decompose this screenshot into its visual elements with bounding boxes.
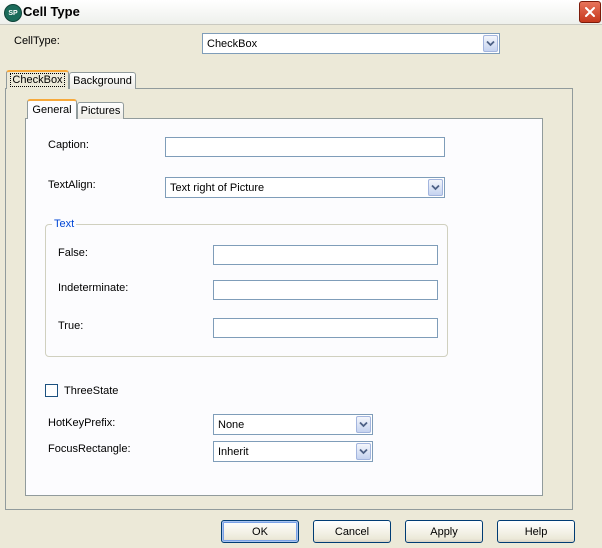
cancel-button[interactable]: Cancel: [313, 520, 391, 543]
help-button[interactable]: Help: [497, 520, 575, 543]
app-icon: SP: [4, 4, 22, 22]
caption-input[interactable]: [165, 137, 445, 157]
text-groupbox-legend: Text: [52, 218, 77, 230]
ok-button[interactable]: OK: [221, 520, 299, 543]
caption-label: Caption:: [48, 139, 89, 151]
hotkeyprefix-dropdown-button[interactable]: [356, 416, 371, 433]
threestate-label[interactable]: ThreeState: [64, 385, 118, 397]
chevron-down-icon: [431, 184, 440, 191]
close-icon: [585, 7, 595, 17]
focusrect-dropdown-button[interactable]: [356, 443, 371, 460]
tab-pictures-label: Pictures: [80, 105, 121, 117]
tab-background[interactable]: Background: [69, 72, 136, 89]
textalign-select-value: Text right of Picture: [170, 181, 265, 194]
tab-general-label: General: [32, 104, 72, 116]
celltype-dropdown-button[interactable]: [483, 35, 498, 52]
tab-pictures[interactable]: Pictures: [77, 102, 124, 119]
celltype-select[interactable]: CheckBox: [202, 33, 500, 54]
focusrect-label: FocusRectangle:: [48, 443, 131, 455]
hotkeyprefix-select-value: None: [218, 418, 245, 431]
chevron-down-icon: [486, 40, 495, 47]
textalign-label: TextAlign:: [48, 179, 96, 191]
close-button[interactable]: [579, 1, 601, 23]
hotkeyprefix-label: HotKeyPrefix:: [48, 417, 116, 429]
chevron-down-icon: [359, 448, 368, 455]
window-title: Cell Type: [23, 4, 80, 19]
false-label: False:: [58, 247, 88, 259]
textalign-dropdown-button[interactable]: [428, 179, 443, 196]
focusrect-select[interactable]: Inherit: [213, 441, 373, 462]
hotkeyprefix-select[interactable]: None: [213, 414, 373, 435]
indeterminate-input[interactable]: [213, 280, 438, 300]
focusrect-select-value: Inherit: [218, 445, 249, 458]
tab-background-label: Background: [73, 75, 132, 87]
true-input[interactable]: [213, 318, 438, 338]
apply-button[interactable]: Apply: [405, 520, 483, 543]
celltype-label: CellType:: [14, 35, 60, 47]
textalign-select[interactable]: Text right of Picture: [165, 177, 445, 198]
threestate-checkbox[interactable]: [45, 384, 58, 397]
chevron-down-icon: [359, 421, 368, 428]
title-bar: [0, 0, 602, 25]
tab-general[interactable]: General: [27, 99, 77, 119]
true-label: True:: [58, 320, 84, 332]
tab-checkbox[interactable]: CheckBox: [6, 70, 69, 89]
indeterminate-label: Indeterminate:: [58, 282, 129, 294]
app-icon-label: SP: [8, 9, 18, 17]
tab-checkbox-label: CheckBox: [10, 73, 65, 87]
celltype-select-value: CheckBox: [207, 37, 258, 50]
false-input[interactable]: [213, 245, 438, 265]
